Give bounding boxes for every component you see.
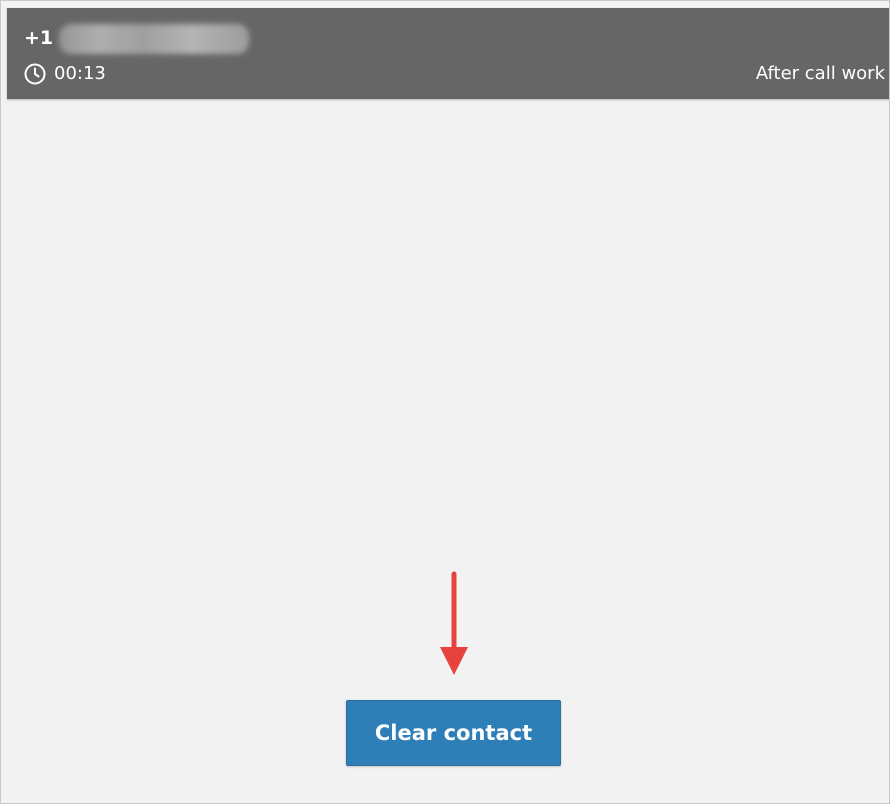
timer-value: 00:13 — [54, 63, 106, 84]
contact-timer: 00:13 — [23, 61, 106, 87]
clock-icon — [24, 63, 46, 85]
contact-panel: +1 00:13 After call work Clear contact — [0, 0, 890, 804]
clear-contact-button[interactable]: Clear contact — [346, 700, 561, 766]
phone-number-redacted — [59, 24, 249, 54]
arrow-down-icon — [440, 571, 468, 675]
contact-header: +1 00:13 After call work — [7, 8, 889, 99]
contact-state: After call work — [755, 63, 885, 84]
phone-number-prefix: +1 — [24, 27, 54, 49]
